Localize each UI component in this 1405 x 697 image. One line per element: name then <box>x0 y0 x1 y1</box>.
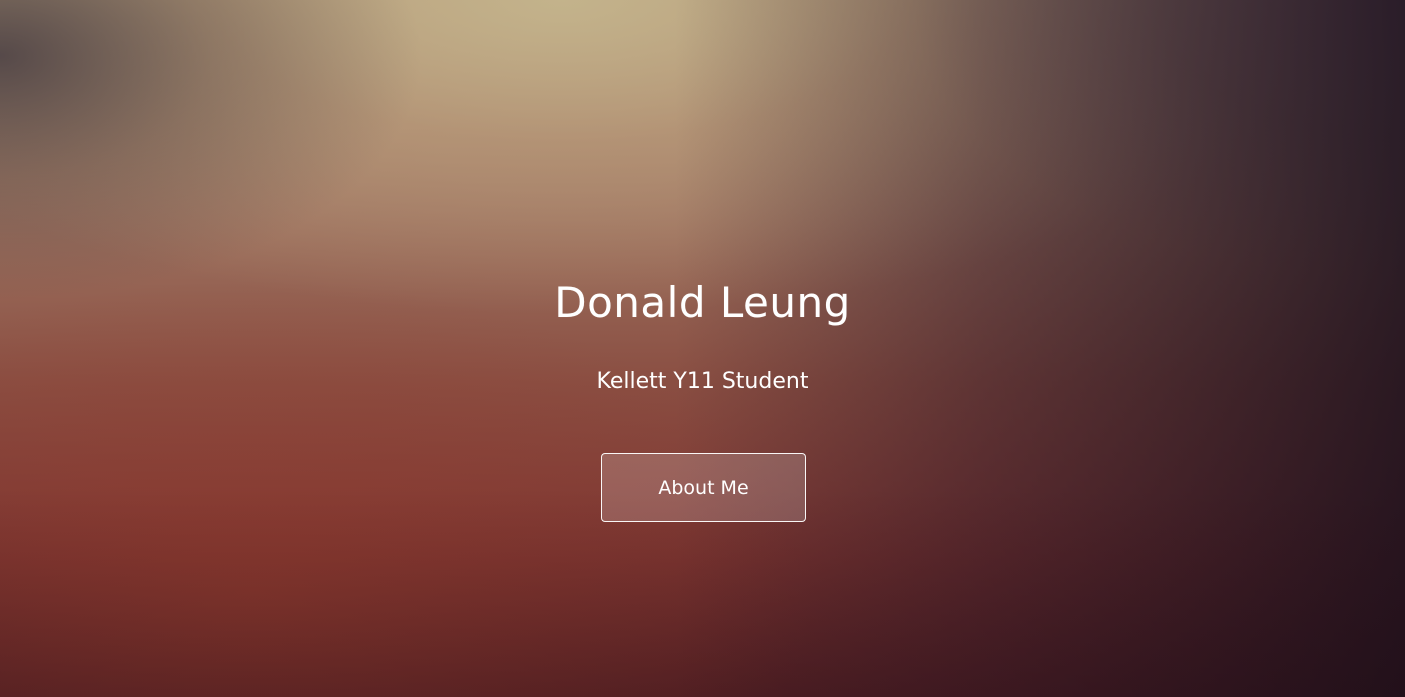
hero-title: Donald Leung <box>554 278 851 327</box>
hero-subtitle: Kellett Y11 Student <box>596 369 809 394</box>
hero-content: Donald Leung Kellett Y11 Student About M… <box>0 0 1405 697</box>
about-me-button-label: About Me <box>658 476 749 499</box>
about-me-button[interactable]: About Me <box>601 453 806 522</box>
hero-section: Donald Leung Kellett Y11 Student About M… <box>0 0 1405 697</box>
